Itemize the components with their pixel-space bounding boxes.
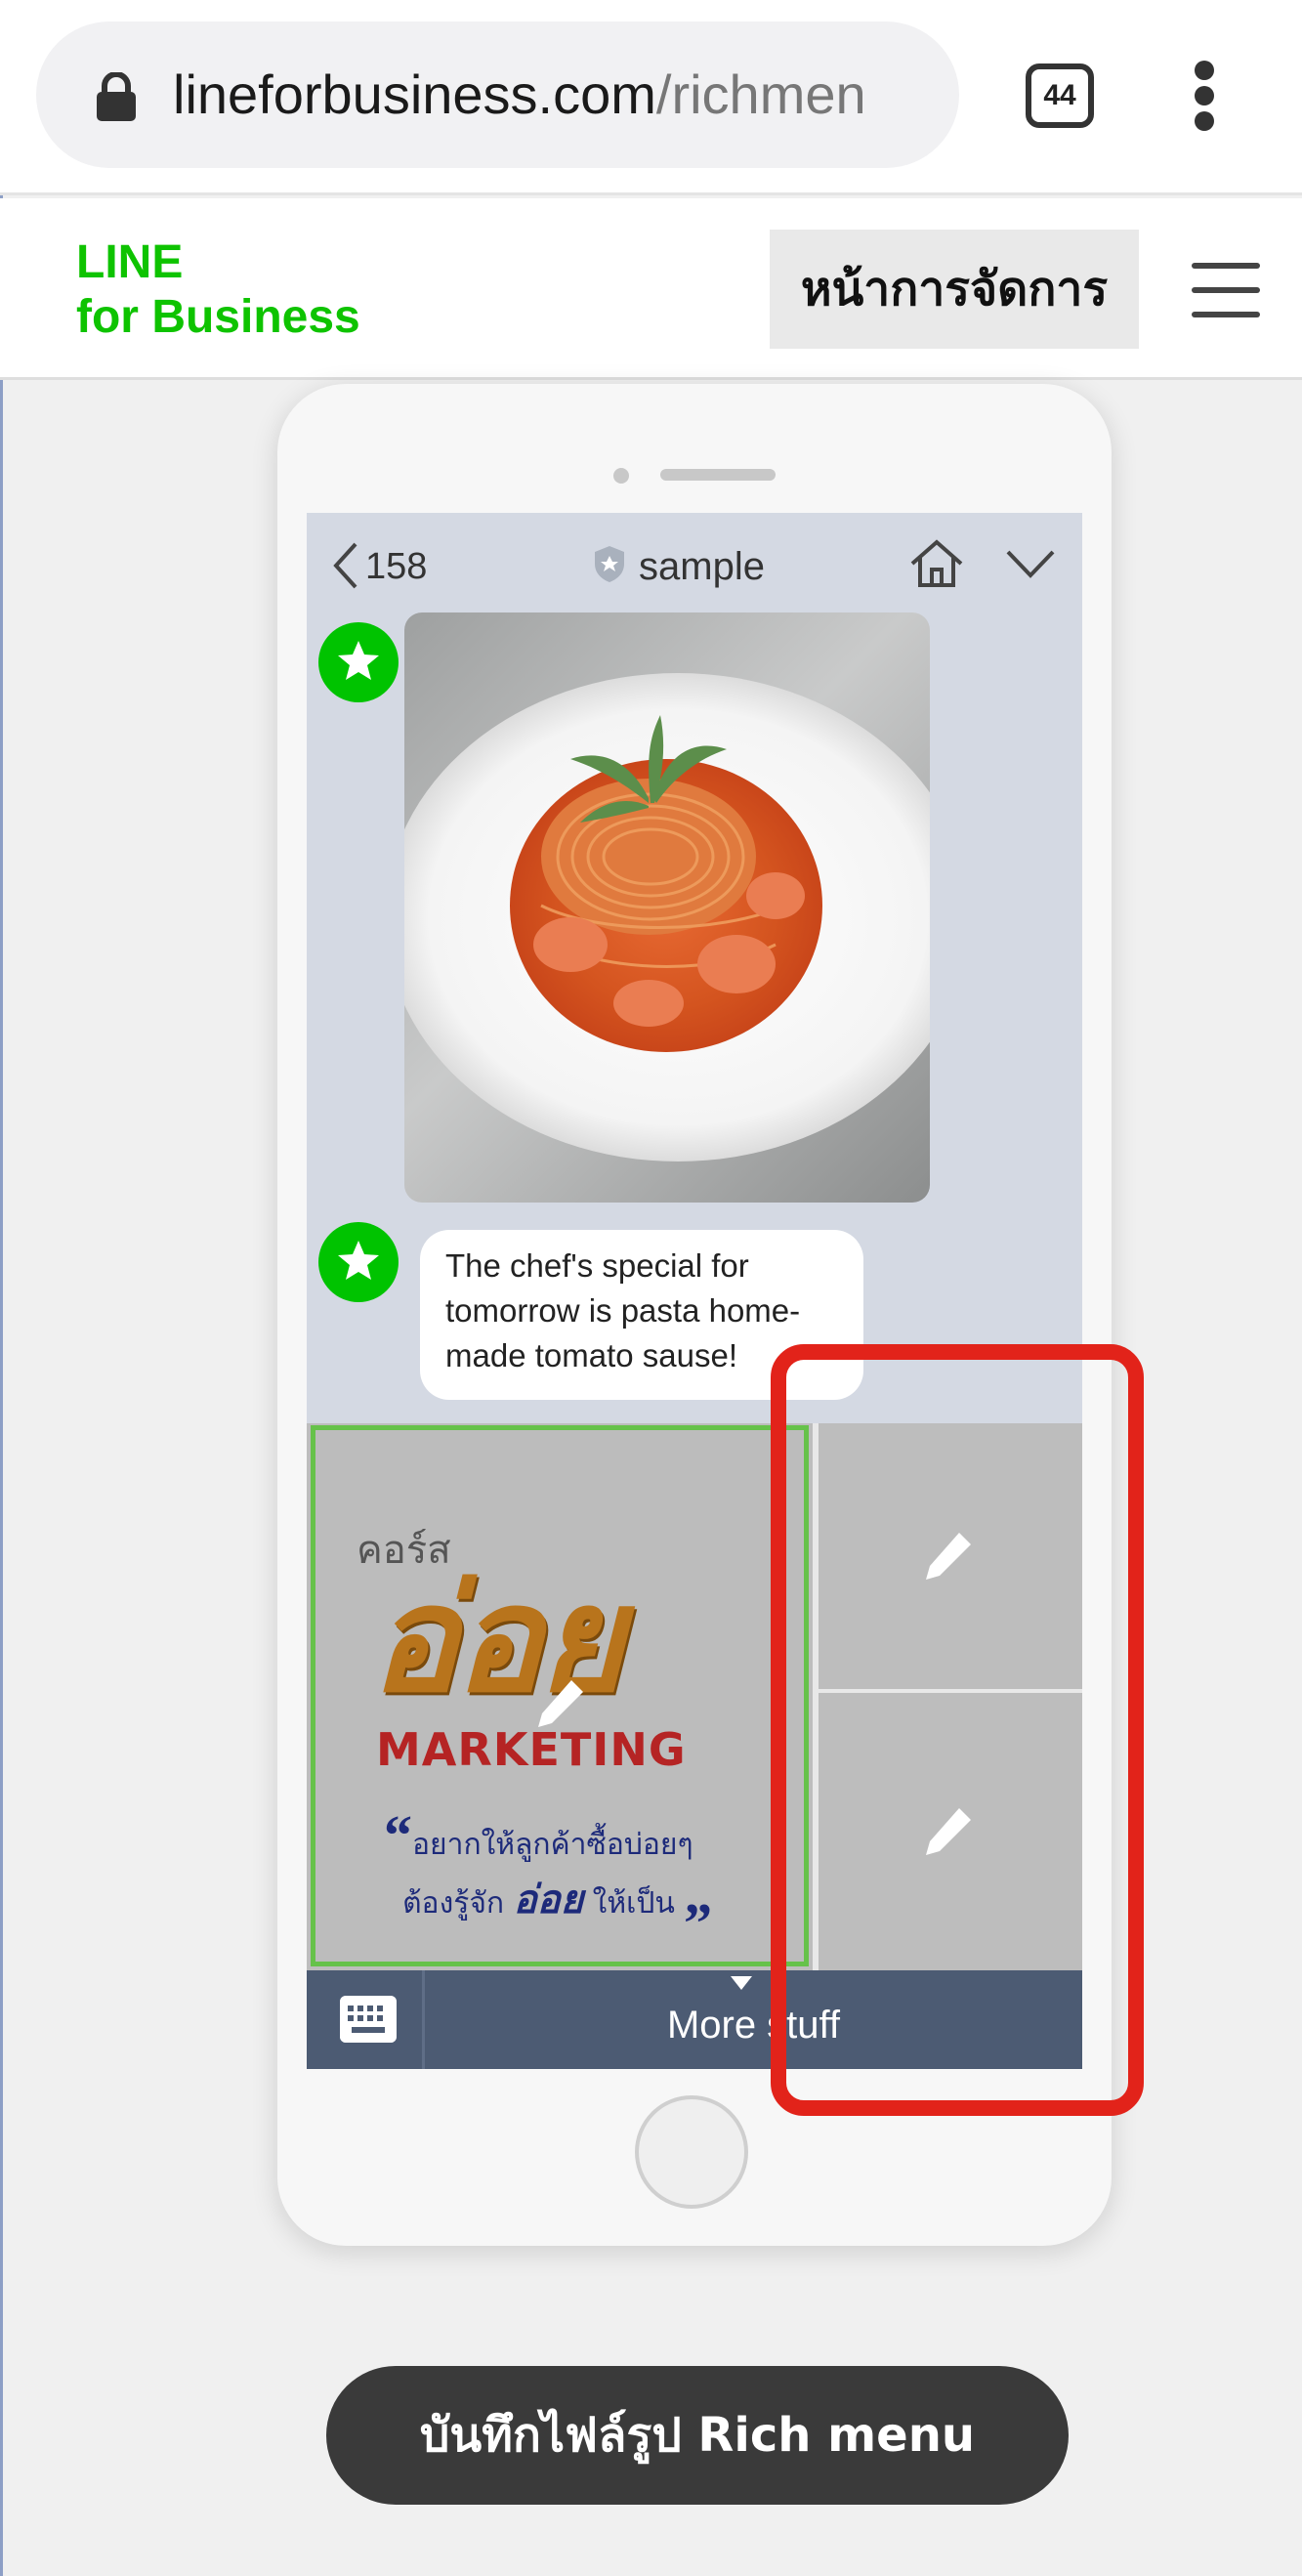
promo-quote-bold: อ่อย — [513, 1878, 584, 1922]
save-rich-menu-button[interactable]: บันทึกไฟล์รูป Rich menu — [326, 2366, 1069, 2505]
url-text: lineforbusiness.com/richmen — [173, 21, 954, 168]
url-domain: lineforbusiness.com — [173, 63, 656, 125]
kebab-menu-icon[interactable] — [1187, 61, 1222, 131]
chat-name: sample — [639, 545, 765, 588]
chat-header: 158 sample — [307, 513, 1082, 620]
quote-close: „ — [684, 1862, 713, 1925]
promo-quote-line2-pre: ต้องรู้จัก — [402, 1886, 505, 1921]
browser-toolbar: lineforbusiness.com/richmen 44 — [0, 0, 1302, 195]
back-chevron-icon[interactable] — [328, 540, 361, 591]
star-icon — [338, 1241, 379, 1280]
logo-line2: for Business — [76, 291, 360, 343]
pencil-icon[interactable] — [530, 1674, 589, 1733]
address-bar[interactable]: lineforbusiness.com/richmen — [36, 21, 959, 168]
tab-switcher-button[interactable]: 44 — [1026, 63, 1094, 128]
keyboard-icon[interactable] — [340, 1996, 397, 2043]
pasta-illustration — [404, 673, 930, 1161]
promo-quote-line1: อยากให้ลูกค้าซื้อบ่อยๆ — [412, 1828, 693, 1862]
logo-line1: LINE — [76, 236, 184, 288]
chevron-down-icon[interactable] — [1004, 548, 1057, 579]
phone-speaker — [660, 469, 776, 481]
pasta-image[interactable] — [404, 612, 930, 1203]
star-icon — [338, 641, 379, 680]
shield-icon — [595, 546, 624, 582]
promo-quote-line2-post: ให้เป็น — [592, 1886, 675, 1921]
unread-count: 158 — [365, 546, 428, 587]
line-for-business-logo[interactable]: LINE for Business — [76, 235, 360, 345]
url-path: /richmen — [655, 63, 866, 125]
manage-button[interactable]: หน้าการจัดการ — [770, 230, 1139, 349]
sender-avatar[interactable] — [318, 1222, 399, 1302]
home-icon[interactable] — [908, 538, 965, 589]
phone-home-button — [635, 2095, 748, 2209]
highlight-box — [771, 1344, 1144, 2116]
phone-camera-dot — [613, 468, 629, 484]
quote-open: “ — [384, 1803, 412, 1867]
page-edge — [0, 0, 3, 2576]
site-header: LINE for Business หน้าการจัดการ — [0, 198, 1302, 380]
rich-menu-cell-a[interactable]: คอร์ส อ่อย MARKETING “อยากให้ลูกค้าซื้อบ… — [311, 1425, 809, 1966]
hamburger-menu-icon[interactable] — [1192, 263, 1260, 317]
lock-icon — [97, 72, 136, 121]
promo-quote: “อยากให้ลูกค้าซื้อบ่อยๆ ต้องรู้จัก อ่อย … — [384, 1807, 794, 1928]
sender-avatar[interactable] — [318, 622, 399, 702]
